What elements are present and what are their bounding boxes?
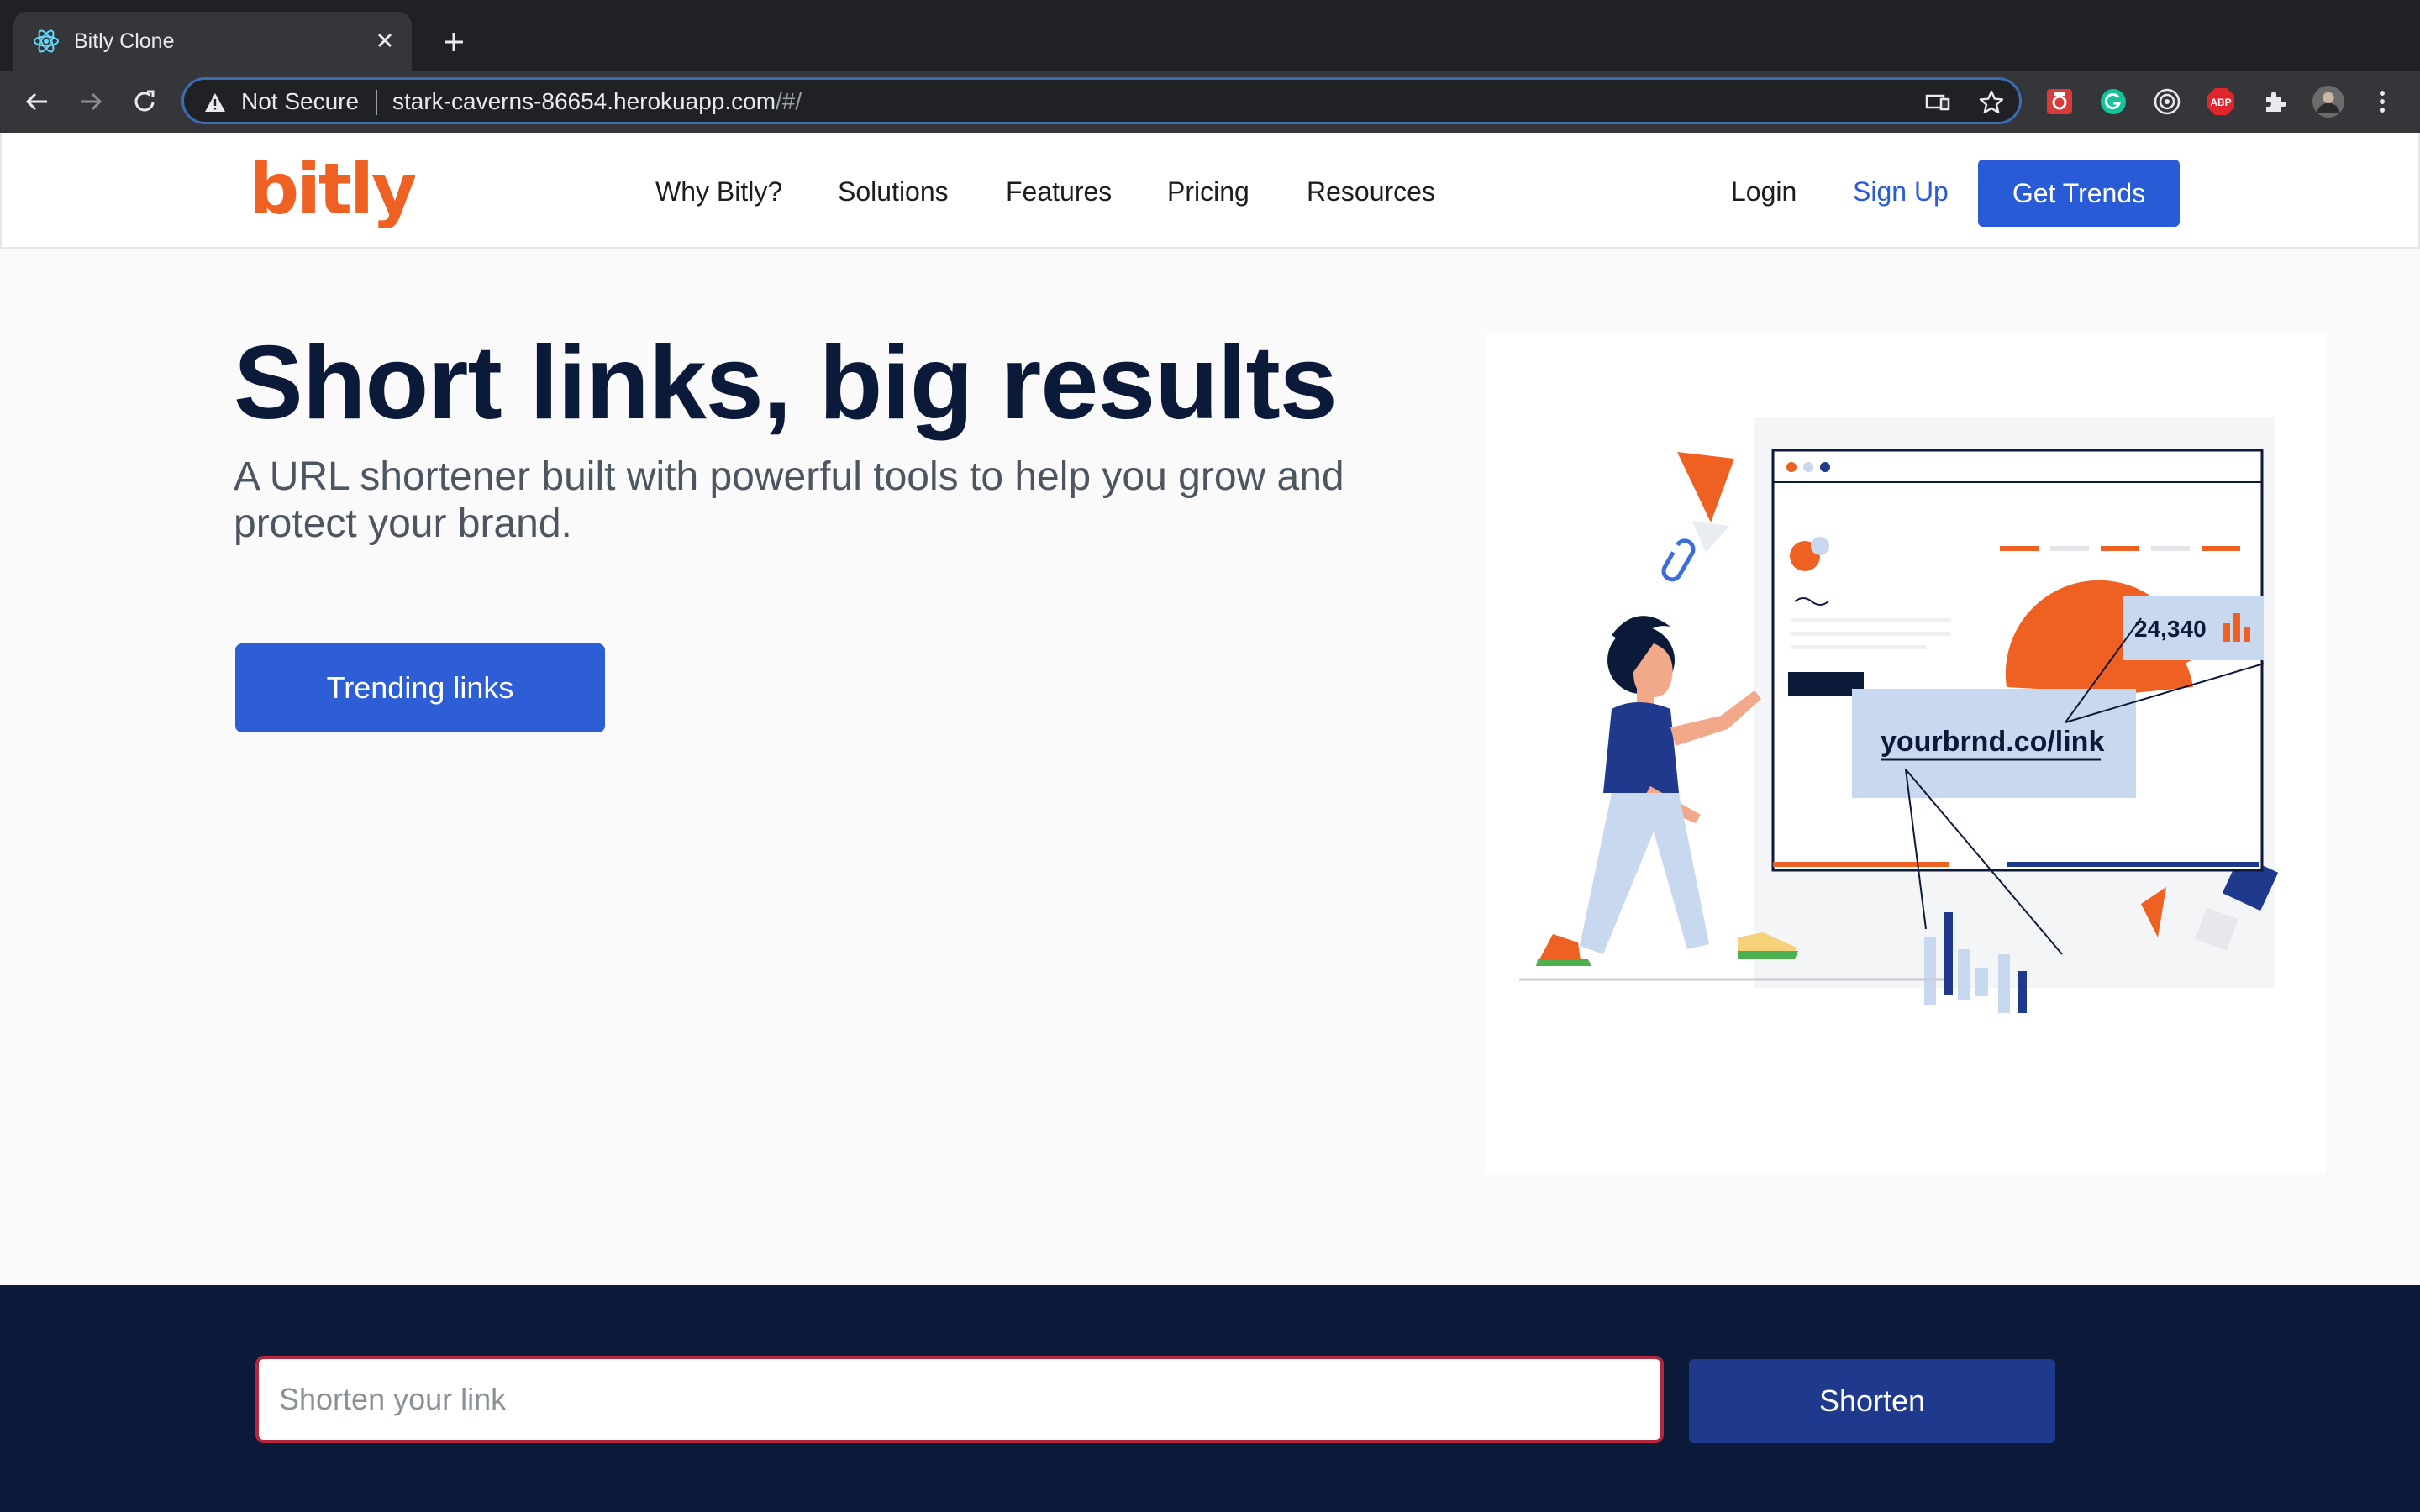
illustration-link-text: yourbrnd.co/link	[1881, 726, 2104, 758]
hero-section: Short links, big results A URL shortener…	[0, 249, 2420, 1285]
new-tab-plus-icon[interactable]	[437, 25, 471, 59]
shorten-link-input[interactable]	[255, 1356, 1664, 1443]
adblock-plus-icon[interactable]: ABP	[2205, 86, 2237, 118]
get-trends-button[interactable]: Get Trends	[1978, 160, 2180, 227]
site-header: bitly Why Bitly? Solutions Features Pric…	[0, 133, 2420, 249]
abp-text: ABP	[2210, 97, 2231, 108]
nav-why-bitly[interactable]: Why Bitly?	[655, 175, 782, 208]
security-label[interactable]: Not Secure	[241, 87, 359, 116]
hero-subtitle: A URL shortener built with powerful tool…	[234, 454, 1344, 546]
hero-illustration: 24,340 yourbrnd.co/link	[1519, 417, 2279, 1013]
browser-tab[interactable]: Bitly Clone	[13, 12, 412, 71]
install-app-icon[interactable]	[1923, 88, 1952, 117]
nav-resources[interactable]: Resources	[1307, 175, 1435, 208]
bookmark-star-icon[interactable]	[1977, 88, 2006, 117]
close-icon[interactable]	[370, 25, 400, 55]
orange-triangle-shape	[1677, 452, 1734, 522]
trending-links-button[interactable]: Trending links	[235, 643, 605, 732]
hero-title: Short links, big results	[234, 325, 1338, 441]
back-arrow-icon[interactable]	[20, 85, 54, 118]
shortener-section: Shorten	[0, 1285, 2420, 1512]
nav-features[interactable]: Features	[1006, 175, 1112, 208]
extensions-puzzle-icon[interactable]	[2259, 86, 2291, 118]
target-extension-icon[interactable]	[2151, 86, 2183, 118]
hero-illustration-card: 24,340 yourbrnd.co/link	[1486, 333, 2326, 1173]
react-favicon-icon	[34, 29, 59, 53]
bitly-logo[interactable]: bitly	[247, 144, 415, 237]
omnibox-divider	[376, 90, 377, 115]
warning-icon	[205, 93, 225, 112]
signup-link[interactable]: Sign Up	[1853, 175, 1949, 208]
browser-tabstrip: Bitly Clone	[0, 0, 2420, 71]
login-link[interactable]: Login	[1731, 175, 1797, 208]
shorten-button[interactable]: Shorten	[1689, 1359, 2055, 1443]
url-text[interactable]: stark-caverns-86654.herokuapp.com/#/	[392, 87, 802, 116]
stat-value: 24,340	[2134, 616, 2207, 642]
forward-arrow-icon[interactable]	[74, 85, 108, 118]
nav-pricing[interactable]: Pricing	[1167, 175, 1249, 208]
url-path: /#/	[776, 88, 802, 114]
nav-solutions[interactable]: Solutions	[838, 175, 949, 208]
grammarly-icon[interactable]	[2097, 86, 2129, 118]
extension-camera-icon[interactable]	[2044, 86, 2075, 118]
browser-toolbar: Not Secure stark-caverns-86654.herokuapp…	[0, 71, 2420, 133]
browser-menu-icon[interactable]	[2366, 86, 2398, 118]
reload-icon[interactable]	[128, 85, 161, 118]
address-bar[interactable]: Not Secure stark-caverns-86654.herokuapp…	[182, 77, 2022, 124]
tab-title: Bitly Clone	[74, 29, 175, 53]
profile-avatar[interactable]	[2312, 86, 2344, 118]
url-host: stark-caverns-86654.herokuapp.com	[392, 88, 776, 114]
logo-text: bitly	[249, 148, 415, 230]
